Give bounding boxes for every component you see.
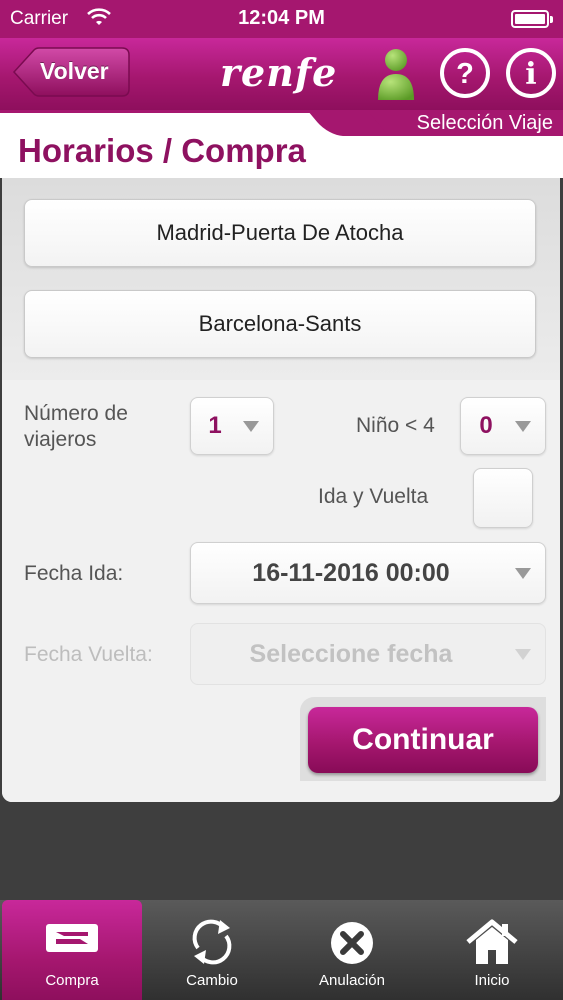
departure-date-value: 16-11-2016 00:00 xyxy=(252,559,450,587)
home-icon xyxy=(466,919,518,964)
round-trip-label: Ida y Vuelta xyxy=(318,485,429,508)
svg-text:?: ? xyxy=(456,58,474,90)
battery-icon xyxy=(511,10,553,28)
content-area: Madrid-Puerta De Atocha Barcelona-Sants … xyxy=(0,178,563,900)
travelers-select[interactable]: 1 xyxy=(190,397,274,455)
chevron-down-icon xyxy=(515,649,531,660)
continue-button[interactable]: Continuar xyxy=(308,707,538,773)
nav-bar: Volver renfe ? i xyxy=(0,38,563,110)
step-label: Selección Viaje xyxy=(416,112,553,134)
ticket-icon xyxy=(46,924,98,952)
page-title: Horarios / Compra xyxy=(18,132,306,169)
back-button[interactable]: Volver xyxy=(12,47,130,97)
page-header: Selección Viaje Horarios / Compra xyxy=(0,110,563,178)
return-date-select[interactable]: Seleccione fecha xyxy=(190,623,546,685)
round-trip-checkbox[interactable] xyxy=(473,468,533,528)
tab-label: Compra xyxy=(45,972,99,989)
user-icon[interactable] xyxy=(372,46,420,107)
chevron-down-icon xyxy=(515,421,531,432)
exchange-icon xyxy=(192,919,232,965)
renfe-logo: renfe xyxy=(220,50,338,95)
info-icon[interactable]: i xyxy=(504,46,558,105)
tab-bar: Compra Cambio Anulación Inicio xyxy=(0,900,563,1000)
tab-label: Cambio xyxy=(186,972,238,989)
tab-label: Anulación xyxy=(319,972,385,989)
chevron-down-icon xyxy=(515,568,531,579)
travelers-label: Número de viajeros xyxy=(24,402,128,451)
help-icon[interactable]: ? xyxy=(438,46,492,105)
origin-station-field[interactable]: Madrid-Puerta De Atocha xyxy=(24,199,536,267)
svg-text:i: i xyxy=(525,57,536,92)
children-label: Niño < 4 xyxy=(356,414,435,437)
tab-compra[interactable]: Compra xyxy=(2,900,142,1000)
departure-date-label: Fecha Ida: xyxy=(24,562,124,585)
cancel-icon xyxy=(331,922,373,964)
tab-anulacion[interactable]: Anulación xyxy=(282,900,422,1000)
tab-label: Inicio xyxy=(474,972,510,989)
children-value: 0 xyxy=(479,412,493,439)
chevron-down-icon xyxy=(243,421,259,432)
return-date-label: Fecha Vuelta: xyxy=(24,643,153,666)
children-select[interactable]: 0 xyxy=(460,397,546,455)
destination-station-field[interactable]: Barcelona-Sants xyxy=(24,290,536,358)
departure-date-select[interactable]: 16-11-2016 00:00 xyxy=(190,542,546,604)
tab-cambio[interactable]: Cambio xyxy=(142,900,282,1000)
tab-inicio[interactable]: Inicio xyxy=(422,900,562,1000)
travelers-value: 1 xyxy=(208,412,222,439)
back-button-label: Volver xyxy=(40,58,109,84)
return-date-placeholder: Seleccione fecha xyxy=(249,640,453,668)
clock: 12:04 PM xyxy=(238,7,325,29)
status-bar: Carrier 12:04 PM xyxy=(0,0,563,38)
